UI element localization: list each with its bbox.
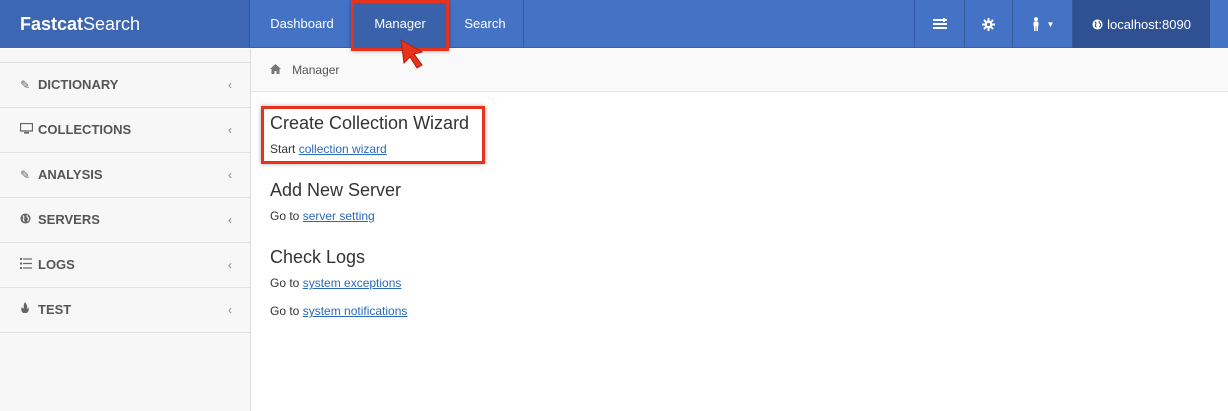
sidebar-spacer bbox=[0, 49, 250, 63]
line-prefix: Start bbox=[270, 142, 299, 156]
section-title: Add New Server bbox=[270, 180, 402, 200]
collection-wizard-link[interactable]: collection wizard bbox=[299, 142, 387, 156]
section-title: Create Collection Wizard bbox=[270, 113, 470, 133]
line-prefix: Go to bbox=[270, 276, 303, 290]
brand-name-rest: Search bbox=[83, 14, 141, 34]
chevron-left-icon: ‹ bbox=[228, 78, 232, 92]
tasks-button[interactable] bbox=[914, 0, 964, 48]
user-menu-button[interactable]: ▼ bbox=[1012, 0, 1072, 48]
sidebar-item-servers[interactable]: SERVERS ‹ bbox=[0, 198, 250, 243]
edit-icon: ✎ bbox=[20, 78, 31, 92]
sidebar-item-label: COLLECTIONS bbox=[38, 122, 132, 137]
sidebar-item-analysis[interactable]: ✎ ANALYSIS ‹ bbox=[0, 153, 250, 198]
nav-manager[interactable]: Manager bbox=[353, 0, 447, 48]
line-prefix: Go to bbox=[270, 209, 303, 223]
chevron-left-icon: ‹ bbox=[228, 303, 232, 317]
section-line: Go to server setting bbox=[270, 208, 970, 224]
host-button[interactable]: localhost:8090 bbox=[1072, 0, 1210, 48]
sidebar-item-label: TEST bbox=[38, 302, 72, 317]
section-check-logs: Check Logs Go to system exceptions Go to… bbox=[270, 246, 970, 319]
brand-logo[interactable]: FastcatSearch bbox=[0, 0, 250, 48]
globe-icon bbox=[1092, 18, 1103, 30]
nav-search[interactable]: Search bbox=[447, 0, 523, 48]
section-add-server: Add New Server Go to server setting bbox=[270, 179, 970, 246]
user-icon bbox=[1033, 17, 1039, 31]
sidebar-item-dictionary[interactable]: ✎ DICTIONARY ‹ bbox=[0, 63, 250, 108]
sidebar-item-label: ANALYSIS bbox=[38, 167, 103, 182]
brand-name-bold: Fastcat bbox=[20, 14, 84, 34]
section-line: Start collection wizard bbox=[270, 141, 970, 157]
fire-icon bbox=[20, 288, 38, 332]
list-icon bbox=[932, 18, 947, 29]
chevron-left-icon: ‹ bbox=[228, 168, 232, 182]
section-line: Go to system exceptions bbox=[270, 275, 970, 291]
sidebar: ✎ DICTIONARY ‹ COLLECTIONS ‹ ✎ ANALYSIS ‹ … bbox=[0, 49, 251, 411]
breadcrumb: Manager bbox=[251, 49, 1228, 92]
navbar-tail bbox=[1210, 0, 1228, 48]
sidebar-item-label: SERVERS bbox=[38, 212, 100, 227]
section-create-collection: Create Collection Wizard Start collectio… bbox=[270, 112, 970, 179]
chevron-left-icon: ‹ bbox=[228, 213, 232, 227]
sidebar-item-collections[interactable]: COLLECTIONS ‹ bbox=[0, 108, 250, 153]
chevron-left-icon: ‹ bbox=[228, 123, 232, 137]
caret-down-icon: ▼ bbox=[1046, 19, 1055, 29]
edit-icon: ✎ bbox=[20, 168, 31, 182]
sidebar-item-label: LOGS bbox=[38, 257, 75, 272]
section-title: Check Logs bbox=[270, 247, 366, 267]
line-prefix: Go to bbox=[270, 304, 303, 318]
main-content: Create Collection Wizard Start collectio… bbox=[270, 112, 970, 319]
sidebar-item-logs[interactable]: LOGS ‹ bbox=[0, 243, 250, 288]
breadcrumb-current: Manager bbox=[292, 63, 340, 77]
system-exceptions-link[interactable]: system exceptions bbox=[303, 276, 402, 290]
server-setting-link[interactable]: server setting bbox=[303, 209, 375, 223]
gear-icon bbox=[982, 17, 995, 31]
settings-button[interactable] bbox=[964, 0, 1012, 48]
nav-dashboard[interactable]: Dashboard bbox=[251, 0, 353, 48]
sidebar-item-label: DICTIONARY bbox=[38, 77, 119, 92]
host-label: localhost:8090 bbox=[1107, 16, 1191, 32]
section-line: Go to system notifications bbox=[270, 303, 970, 319]
globe-icon bbox=[20, 198, 38, 242]
system-notifications-link[interactable]: system notifications bbox=[303, 304, 408, 318]
top-navbar: FastcatSearch Dashboard Manager Search ▼… bbox=[0, 0, 1228, 48]
list-icon bbox=[20, 243, 38, 287]
home-icon[interactable] bbox=[270, 64, 284, 77]
nav-divider bbox=[523, 0, 524, 48]
sidebar-item-test[interactable]: TEST ‹ bbox=[0, 288, 250, 333]
chevron-left-icon: ‹ bbox=[228, 258, 232, 272]
monitor-icon bbox=[19, 108, 38, 152]
